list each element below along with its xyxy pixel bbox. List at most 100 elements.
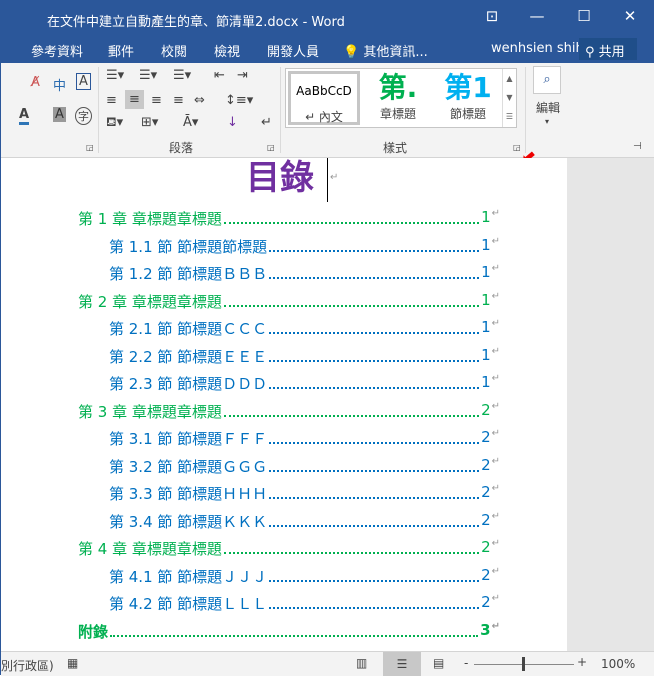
style-chapter-title[interactable]: 第. 章標題 <box>362 71 434 125</box>
toc-section-entry[interactable]: 第 2.1 節 節標題ＣＣＣ 1 ↵ <box>109 318 500 339</box>
show-marks-icon[interactable]: ↵ <box>261 115 272 130</box>
toc-section-entry[interactable]: 第 2.3 節 節標題ＤＤＤ 1 ↵ <box>109 373 500 394</box>
multilevel-list-icon[interactable]: ☰▾ <box>173 68 191 83</box>
borders-icon[interactable]: ⊞▾ <box>141 115 158 130</box>
tell-me[interactable]: 💡 其他資訊... <box>343 41 428 60</box>
phonetic-guide-icon[interactable]: 中 <box>53 75 66 94</box>
zoom-level[interactable]: 100% <box>601 657 635 671</box>
toc-leader <box>110 621 479 637</box>
align-right-icon[interactable]: ≡ <box>151 93 162 108</box>
toc-page-number: 1 <box>481 345 491 364</box>
toc-entry-text: 第 3.4 節 節標題ＫＫＫ <box>109 510 268 532</box>
paragraph-mark: ↵ <box>491 455 500 467</box>
toc-chapter-entry[interactable]: 附錄 3 ↵ <box>78 620 500 642</box>
toc-chapter-entry[interactable]: 第 2 章 章標題章標題 1 ↵ <box>78 290 500 312</box>
character-shading-icon[interactable]: A <box>53 107 66 122</box>
align-center-icon[interactable]: ≡ <box>125 90 144 109</box>
sort-icon[interactable]: ↓ <box>227 115 238 130</box>
style-name: 章標題 <box>379 107 416 121</box>
justify-icon[interactable]: ≡ <box>173 93 184 108</box>
toc-section-entry[interactable]: 第 2.2 節 節標題ＥＥＥ 1 ↵ <box>109 345 500 367</box>
toc-page-number: 2 <box>481 593 491 611</box>
numbering-icon[interactable]: ☰▾ <box>139 68 157 83</box>
paragraph-mark: ↵ <box>491 565 500 577</box>
toc-section-entry[interactable]: 第 3.1 節 節標題ＦＦＦ 2 ↵ <box>109 428 500 449</box>
ribbon: A̸ 中 A A A 字 ☰▾ ☰▾ ☰▾ ⇤ ⇥ ≡ ≡ ≡ ≡ ⇔ ↕≡▾ … <box>1 63 654 158</box>
enclose-characters-icon[interactable]: 字 <box>75 107 92 125</box>
toc-entry-text: 第 2 章 章標題章標題 <box>78 290 222 312</box>
toc-section-entry[interactable]: 第 1.1 節 節標題節標題 1 ↵ <box>109 235 500 257</box>
font-color-icon[interactable]: A <box>19 107 30 125</box>
font-dialog-launcher[interactable]: ◲ <box>86 143 94 152</box>
pin-ribbon-icon[interactable]: ⊣ <box>633 141 642 152</box>
paragraph-dialog-launcher[interactable]: ◲ <box>267 143 275 152</box>
ribbon-display-options-button[interactable]: ⊡ <box>477 7 507 25</box>
macro-record-icon[interactable]: ▦ <box>67 656 78 670</box>
read-mode-icon[interactable]: ▥ <box>356 656 367 670</box>
user-name[interactable]: wenhsien shih <box>491 41 584 56</box>
zoom-slider-thumb[interactable] <box>522 657 525 671</box>
toc-entry-text: 第 1.1 節 節標題節標題 <box>109 235 268 257</box>
decrease-indent-icon[interactable]: ⇤ <box>214 68 225 83</box>
style-name: ↵ 內文 <box>305 110 343 124</box>
toc-section-entry[interactable]: 第 4.1 節 節標題ＪＪＪ 2 ↵ <box>109 565 500 587</box>
toc-page-number: 2 <box>481 565 491 584</box>
toc-leader <box>269 593 480 609</box>
character-border-icon[interactable]: A <box>76 73 91 90</box>
toc-page-number: 1 <box>481 263 491 281</box>
toc-leader <box>269 346 480 362</box>
web-layout-icon[interactable]: ▤ <box>433 656 444 670</box>
line-spacing-icon[interactable]: ↕≡▾ <box>225 93 253 108</box>
chevron-down-icon[interactable]: ▾ <box>545 117 549 126</box>
clear-formatting-icon[interactable]: A̸ <box>31 75 40 90</box>
tab-view[interactable]: 檢視 <box>214 41 240 60</box>
document-page[interactable]: 目錄 ↵ 第 1 章 章標題章標題 1 ↵ 第 1.1 節 節標題節標題 1 ↵ 第 1.2… <box>1 158 567 651</box>
toc-leader <box>269 318 480 334</box>
toc-section-entry[interactable]: 第 3.3 節 節標題ＨＨＨ 2 ↵ <box>109 483 500 504</box>
toc-chapter-entry[interactable]: 第 1 章 章標題章標題 1 ↵ <box>78 208 500 229</box>
styles-gallery: AaBbCcD ↵ 內文 第. 章標題 第1 節標題 ▲ ▼ ☰ <box>285 68 517 128</box>
share-button[interactable]: ⚲ 共用 <box>579 38 637 60</box>
language-status[interactable]: 別行政區) <box>1 657 54 674</box>
paragraph-mark: ↵ <box>491 235 500 247</box>
tab-mailings[interactable]: 郵件 <box>108 41 134 60</box>
title-bar: 在文件中建立自動產生的章、節清單2.docx - Word ⊡ — ☐ ✕ <box>1 1 654 35</box>
tab-developer[interactable]: 開發人員 <box>267 41 319 60</box>
maximize-button[interactable]: ☐ <box>569 7 599 25</box>
distributed-icon[interactable]: ⇔ <box>194 93 205 108</box>
close-button[interactable]: ✕ <box>615 7 645 25</box>
toc-leader <box>269 456 480 472</box>
align-left-icon[interactable]: ≡ <box>106 93 117 108</box>
status-bar: 別行政區) ▦ ▥ ☰ ▤ - + 100% <box>1 651 654 676</box>
editing-button[interactable]: 編輯 <box>536 99 560 116</box>
zoom-out-button[interactable]: - <box>464 656 468 670</box>
shading-icon[interactable]: ⛾▾ <box>106 115 123 132</box>
tab-review[interactable]: 校閱 <box>161 41 187 60</box>
toc-section-entry[interactable]: 第 3.2 節 節標題ＧＧＧ 2 ↵ <box>109 455 500 477</box>
toc-section-entry[interactable]: 第 4.2 節 節標題ＬＬＬ 2 ↵ <box>109 593 500 614</box>
asian-layout-icon[interactable]: Ā▾ <box>183 115 198 130</box>
toc-leader <box>269 263 480 279</box>
style-preview: 第. <box>378 71 418 104</box>
print-layout-icon[interactable]: ☰ <box>383 652 421 676</box>
gallery-scroll[interactable]: ▲ ▼ ☰ <box>502 69 516 127</box>
style-section-title[interactable]: 第1 節標題 <box>432 71 504 125</box>
toc-chapter-entry[interactable]: 第 4 章 章標題章標題 2 ↵ <box>78 538 500 559</box>
toc-section-entry[interactable]: 第 3.4 節 節標題ＫＫＫ 2 ↵ <box>109 510 500 532</box>
toc-entry-text: 第 3.3 節 節標題ＨＨＨ <box>109 483 268 504</box>
toc-entry-text: 第 1 章 章標題章標題 <box>78 208 222 229</box>
toc-entry-text: 附錄 <box>78 620 109 642</box>
toc-chapter-entry[interactable]: 第 3 章 章標題章標題 2 ↵ <box>78 400 500 422</box>
increase-indent-icon[interactable]: ⇥ <box>237 68 248 83</box>
document-margin-area <box>567 158 654 651</box>
toc-entry-text: 第 4.2 節 節標題ＬＬＬ <box>109 593 268 614</box>
ribbon-tabs: 參考資料 郵件 校閱 檢視 開發人員 💡 其他資訊... wenhsien sh… <box>1 35 654 63</box>
tab-references[interactable]: 參考資料 <box>31 41 83 60</box>
search-icon[interactable]: ⌕ <box>533 66 561 94</box>
zoom-in-button[interactable]: + <box>577 655 587 669</box>
minimize-button[interactable]: — <box>522 7 552 25</box>
toc-section-entry[interactable]: 第 1.2 節 節標題ＢＢＢ 1 ↵ <box>109 263 500 284</box>
bullets-icon[interactable]: ☰▾ <box>106 68 124 83</box>
toc-leader <box>269 236 480 252</box>
style-normal[interactable]: AaBbCcD ↵ 內文 <box>288 71 360 125</box>
